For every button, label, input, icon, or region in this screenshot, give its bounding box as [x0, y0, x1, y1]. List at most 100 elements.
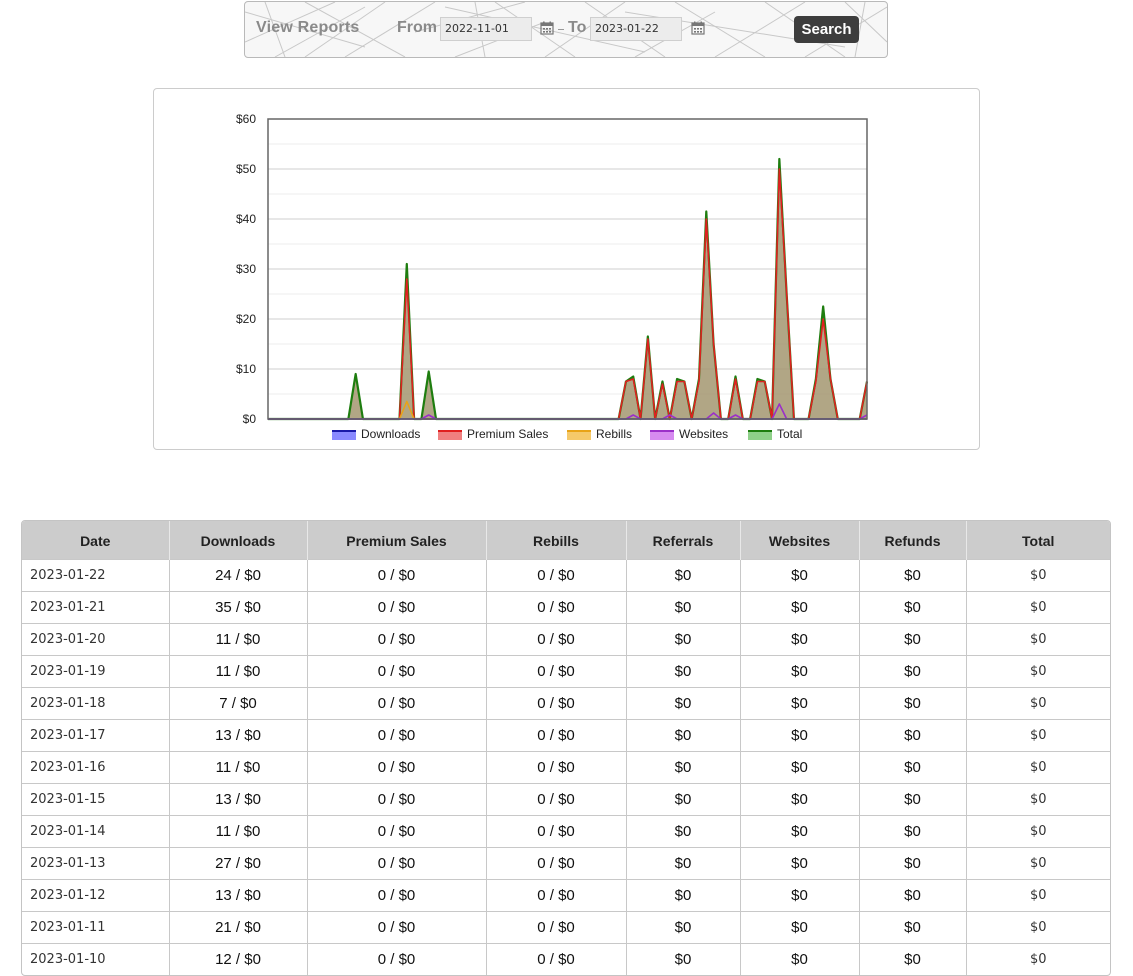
- report-filter-bar: View Reports From 2022-11-01 To 2023-01-…: [244, 1, 888, 58]
- legend-swatch: [748, 431, 772, 440]
- cell-premium-sales: 0 / $0: [307, 751, 487, 784]
- header-total[interactable]: Total: [966, 521, 1110, 560]
- table-row: 2023-01-10 12 / $0 0 / $0 0 / $0 $0 $0 $0 $0: [22, 943, 1110, 975]
- cell-refunds: $0: [859, 751, 967, 784]
- table-row: 2023-01-22 24 / $0 0 / $0 0 / $0 $0 $0 $0 $0: [22, 559, 1110, 592]
- cell-rebills: 0 / $0: [486, 943, 627, 975]
- cell-referrals: $0: [626, 943, 741, 975]
- cell-websites: $0: [740, 815, 860, 848]
- table-row: 2023-01-17 13 / $0 0 / $0 0 / $0 $0 $0 $0 $0: [22, 719, 1110, 752]
- cell-downloads: 13 / $0: [169, 783, 308, 816]
- cell-date: 2023-01-16: [22, 751, 170, 784]
- cell-referrals: $0: [626, 591, 741, 624]
- cell-websites: $0: [740, 879, 860, 912]
- cell-total: $0: [966, 751, 1110, 784]
- cell-downloads: 11 / $0: [169, 623, 308, 656]
- cell-total: $0: [966, 655, 1110, 688]
- legend-label: Premium Sales: [467, 427, 548, 441]
- header-refunds[interactable]: Refunds: [859, 521, 967, 560]
- calendar-icon[interactable]: [540, 21, 554, 35]
- cell-premium-sales: 0 / $0: [307, 623, 487, 656]
- cell-premium-sales: 0 / $0: [307, 783, 487, 816]
- legend-swatch: [332, 431, 356, 440]
- cell-total: $0: [966, 591, 1110, 624]
- table-row: 2023-01-12 13 / $0 0 / $0 0 / $0 $0 $0 $0 $0: [22, 879, 1110, 912]
- cell-rebills: 0 / $0: [486, 559, 627, 592]
- cell-referrals: $0: [626, 655, 741, 688]
- cell-date: 2023-01-21: [22, 591, 170, 624]
- header-referrals[interactable]: Referrals: [626, 521, 741, 560]
- cell-rebills: 0 / $0: [486, 719, 627, 752]
- cell-downloads: 11 / $0: [169, 751, 308, 784]
- cell-rebills: 0 / $0: [486, 751, 627, 784]
- cell-websites: $0: [740, 591, 860, 624]
- report-table-container: Date Downloads Premium Sales Rebills Ref…: [21, 520, 1111, 976]
- cell-date: 2023-01-12: [22, 879, 170, 912]
- cell-total: $0: [966, 879, 1110, 912]
- cell-total: $0: [966, 783, 1110, 816]
- legend-item[interactable]: Total: [748, 427, 802, 441]
- cell-rebills: 0 / $0: [486, 783, 627, 816]
- legend-item[interactable]: Websites: [650, 427, 728, 441]
- table-row: 2023-01-11 21 / $0 0 / $0 0 / $0 $0 $0 $0 $0: [22, 911, 1110, 944]
- cell-rebills: 0 / $0: [486, 623, 627, 656]
- header-rebills[interactable]: Rebills: [486, 521, 627, 560]
- legend-swatch: [650, 431, 674, 440]
- search-button[interactable]: Search: [794, 16, 859, 43]
- legend-item[interactable]: Rebills: [567, 427, 632, 441]
- cell-refunds: $0: [859, 655, 967, 688]
- cell-premium-sales: 0 / $0: [307, 879, 487, 912]
- legend-label: Rebills: [596, 427, 632, 441]
- cell-premium-sales: 0 / $0: [307, 719, 487, 752]
- cell-refunds: $0: [859, 559, 967, 592]
- table-row: 2023-01-20 11 / $0 0 / $0 0 / $0 $0 $0 $0 $0: [22, 623, 1110, 656]
- cell-date: 2023-01-17: [22, 719, 170, 752]
- earnings-area-chart: $0 $10 $20 $30 $40 $50 $60 Downloads Premium Sa…: [236, 112, 869, 441]
- legend-label: Downloads: [361, 427, 420, 441]
- y-tick-label: $40: [236, 212, 256, 226]
- cell-websites: $0: [740, 847, 860, 880]
- table-row: 2023-01-15 13 / $0 0 / $0 0 / $0 $0 $0 $0 $0: [22, 783, 1110, 816]
- cell-websites: $0: [740, 623, 860, 656]
- cell-downloads: 27 / $0: [169, 847, 308, 880]
- cell-date: 2023-01-15: [22, 783, 170, 816]
- cell-rebills: 0 / $0: [486, 815, 627, 848]
- cell-referrals: $0: [626, 623, 741, 656]
- calendar-icon[interactable]: [691, 21, 705, 35]
- cell-date: 2023-01-20: [22, 623, 170, 656]
- y-tick-label: $0: [243, 412, 257, 426]
- table-row: 2023-01-13 27 / $0 0 / $0 0 / $0 $0 $0 $0 $0: [22, 847, 1110, 880]
- cell-refunds: $0: [859, 687, 967, 720]
- legend-item[interactable]: Downloads: [332, 427, 420, 441]
- cell-rebills: 0 / $0: [486, 879, 627, 912]
- legend-item[interactable]: Premium Sales: [438, 427, 548, 441]
- table-header-row: Date Downloads Premium Sales Rebills Ref…: [22, 521, 1110, 560]
- cell-downloads: 12 / $0: [169, 943, 308, 975]
- y-tick-label: $20: [236, 312, 256, 326]
- cell-downloads: 13 / $0: [169, 719, 308, 752]
- table-row: 2023-01-14 11 / $0 0 / $0 0 / $0 $0 $0 $0 $0: [22, 815, 1110, 848]
- header-websites[interactable]: Websites: [740, 521, 860, 560]
- cell-premium-sales: 0 / $0: [307, 559, 487, 592]
- earnings-chart-card: $0 $10 $20 $30 $40 $50 $60 Downloads Premium Sa…: [153, 88, 980, 450]
- table-row: 2023-01-21 35 / $0 0 / $0 0 / $0 $0 $0 $0 $0: [22, 591, 1110, 624]
- table-body: 2023-01-22 24 / $0 0 / $0 0 / $0 $0 $0 $0 $0 202…: [22, 559, 1110, 975]
- header-date[interactable]: Date: [22, 521, 170, 560]
- y-tick-label: $10: [236, 362, 256, 376]
- cell-refunds: $0: [859, 591, 967, 624]
- header-premium-sales[interactable]: Premium Sales: [307, 521, 487, 560]
- range-dash: [558, 29, 564, 30]
- to-date-input[interactable]: 2023-01-22: [590, 17, 682, 41]
- cell-premium-sales: 0 / $0: [307, 847, 487, 880]
- cell-refunds: $0: [859, 815, 967, 848]
- cell-date: 2023-01-10: [22, 943, 170, 975]
- cell-referrals: $0: [626, 879, 741, 912]
- cell-referrals: $0: [626, 783, 741, 816]
- cell-rebills: 0 / $0: [486, 591, 627, 624]
- from-date-input[interactable]: 2022-11-01: [440, 17, 532, 41]
- cell-referrals: $0: [626, 751, 741, 784]
- header-downloads[interactable]: Downloads: [169, 521, 308, 560]
- cell-referrals: $0: [626, 847, 741, 880]
- legend-swatch: [567, 431, 591, 440]
- cell-websites: $0: [740, 911, 860, 944]
